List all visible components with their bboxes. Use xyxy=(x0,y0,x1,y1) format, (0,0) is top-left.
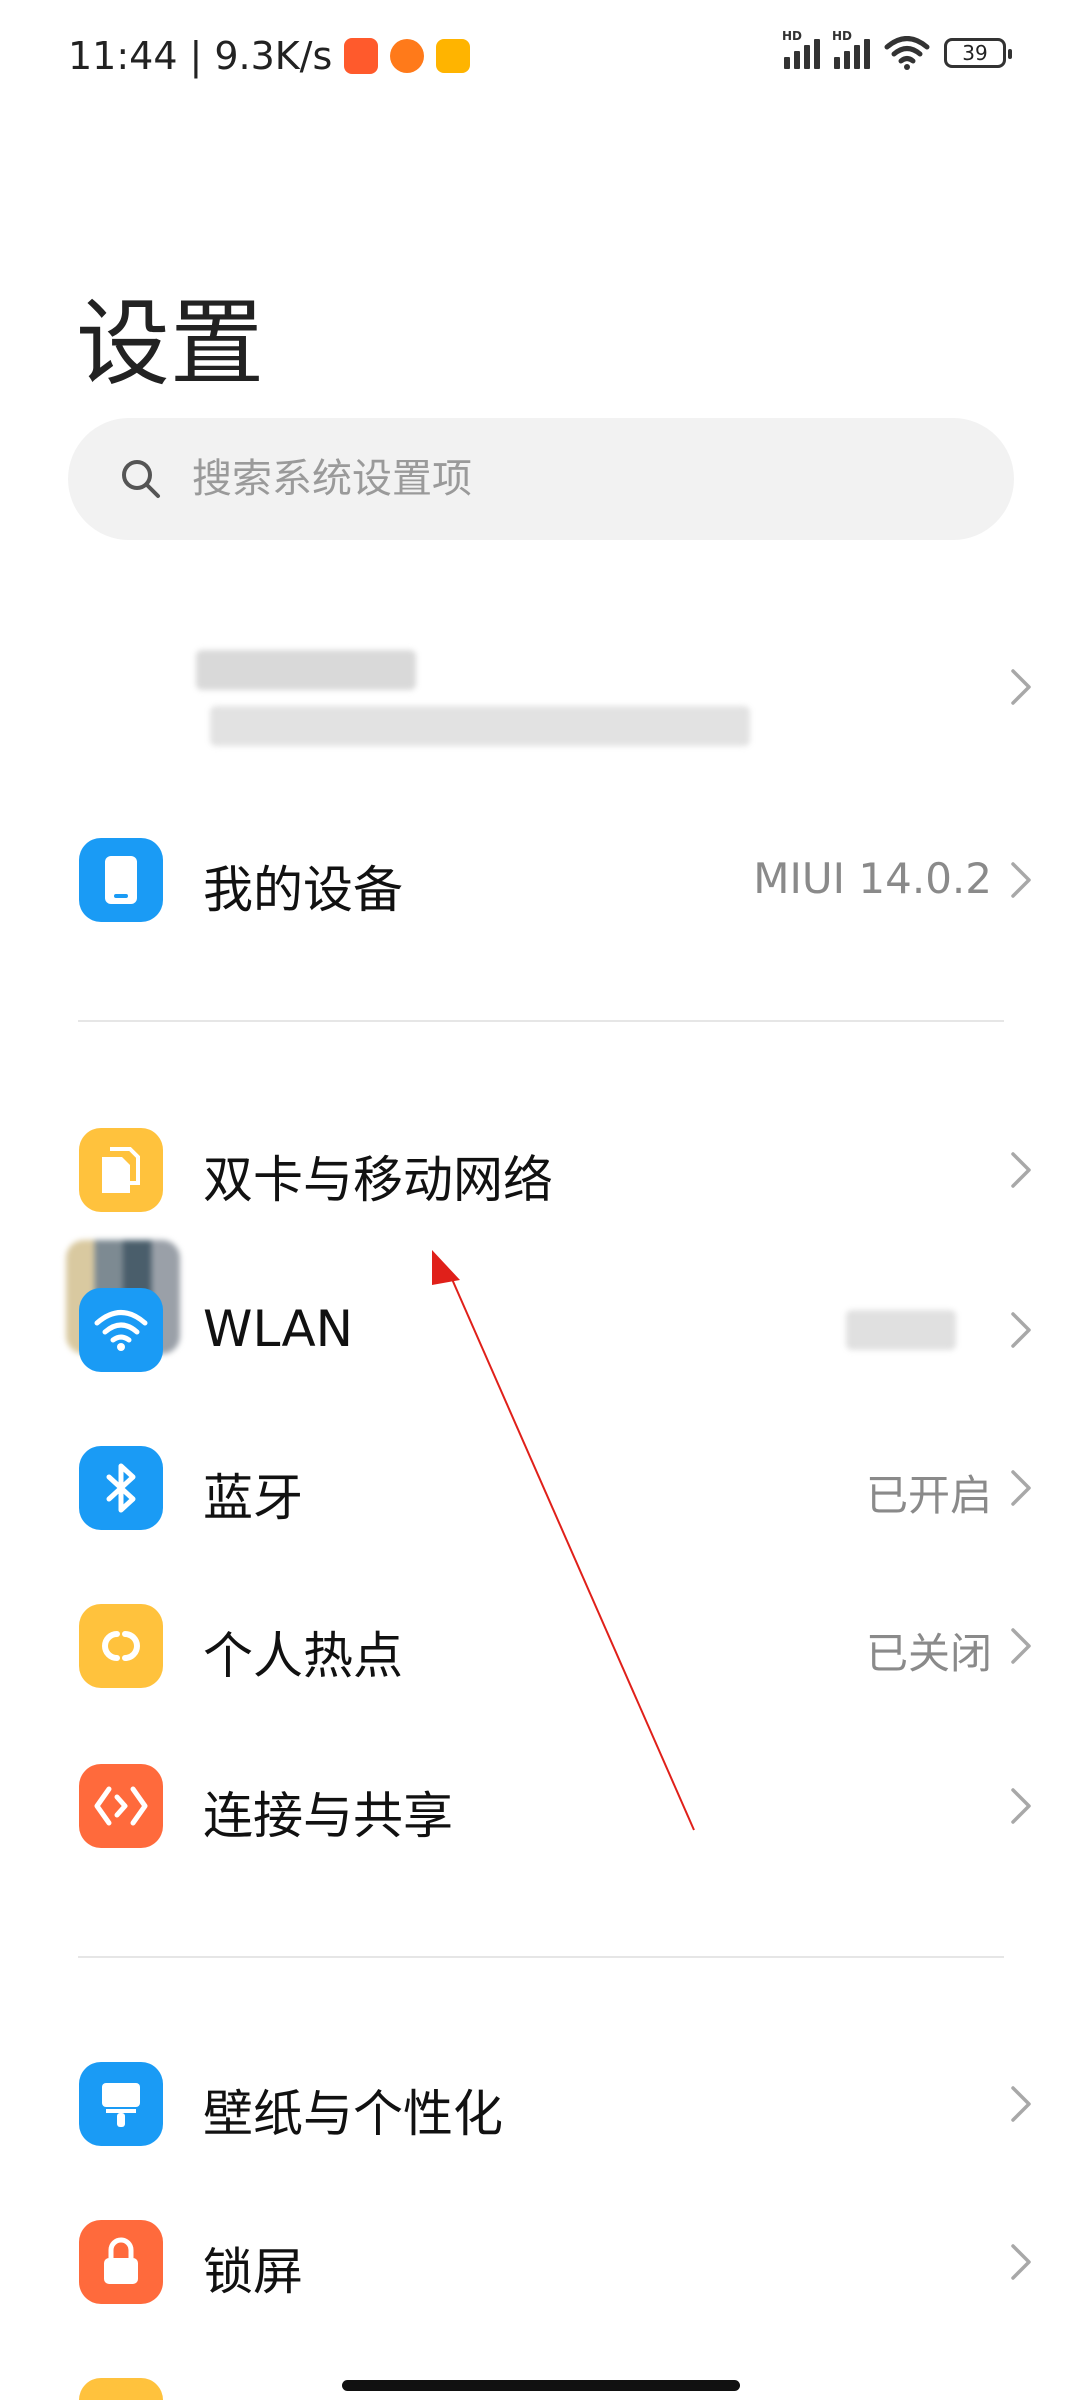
hotspot-row[interactable]: 个人热点 已关闭 xyxy=(0,1586,1080,1706)
chevron-right-icon xyxy=(1002,668,1040,706)
connection-sharing-row[interactable]: 连接与共享 xyxy=(0,1746,1080,1866)
phone-icon xyxy=(79,838,163,922)
sim-card-icon xyxy=(79,1128,163,1212)
chevron-right-icon xyxy=(1002,1787,1040,1825)
my-device-version: MIUI 14.0.2 xyxy=(753,854,992,903)
status-time: 11:44 xyxy=(68,34,178,78)
cell-signal-icon-2: HD xyxy=(832,29,870,69)
battery-level: 39 xyxy=(962,41,988,65)
search-input[interactable] xyxy=(190,455,894,503)
hotspot-status: 已关闭 xyxy=(865,1629,992,1678)
wallpaper-label: 壁纸与个性化 xyxy=(203,2085,503,2143)
chevron-right-icon xyxy=(1002,1151,1040,1189)
hotspot-label: 个人热点 xyxy=(203,1627,403,1685)
connection-sharing-label: 连接与共享 xyxy=(203,1787,453,1845)
chevron-right-icon xyxy=(1002,861,1040,899)
bluetooth-row[interactable]: 蓝牙 已开启 xyxy=(0,1428,1080,1548)
cell-signal-icon-1: HD xyxy=(782,29,820,69)
wifi-icon xyxy=(884,36,930,70)
account-row[interactable] xyxy=(0,610,1080,1354)
status-right: HD HD 39 xyxy=(782,29,1012,70)
account-name-blurred xyxy=(196,650,416,690)
lock-icon xyxy=(79,2220,163,2304)
lock-screen-label: 锁屏 xyxy=(203,2243,303,2301)
section-divider xyxy=(78,1020,1004,1022)
my-device-row[interactable]: 我的设备 MIUI 14.0.2 xyxy=(0,820,1080,940)
dual-sim-label: 双卡与移动网络 xyxy=(203,1151,553,1209)
status-left: 11:44 | 9.3K/s xyxy=(68,34,471,78)
display-icon xyxy=(79,2378,163,2400)
hd-label-1: HD xyxy=(782,29,803,43)
hd-label-2: HD xyxy=(832,29,853,43)
my-device-label: 我的设备 xyxy=(203,861,403,919)
telecom-app-icon xyxy=(344,38,379,74)
brush-icon xyxy=(79,2062,163,2146)
lock-screen-row[interactable]: 锁屏 xyxy=(0,2202,1080,2322)
chevron-right-icon xyxy=(1002,1469,1040,1507)
search-bar[interactable] xyxy=(68,418,1014,540)
wlan-network-blurred xyxy=(846,1310,956,1350)
wallpaper-row[interactable]: 壁纸与个性化 xyxy=(0,2044,1080,2164)
chevron-right-icon xyxy=(1002,1627,1040,1665)
search-icon xyxy=(122,460,160,498)
battery-icon: 39 xyxy=(944,38,1012,68)
section-divider xyxy=(78,1956,1004,1958)
hotspot-icon xyxy=(79,1604,163,1688)
bluetooth-label: 蓝牙 xyxy=(203,1469,303,1527)
status-separator: | xyxy=(189,34,203,78)
wlan-label: WLAN xyxy=(203,1300,354,1358)
chevron-right-icon xyxy=(1002,1311,1040,1349)
wifi-icon xyxy=(79,1288,163,1372)
home-indicator[interactable] xyxy=(342,2380,740,2391)
status-bar: 11:44 | 9.3K/s HD HD 39 xyxy=(0,0,1080,118)
notes-app-icon xyxy=(436,39,471,73)
dual-sim-row[interactable]: 双卡与移动网络 xyxy=(0,1110,1080,1230)
bluetooth-icon xyxy=(79,1446,163,1530)
network-speed: 9.3K/s xyxy=(214,34,333,78)
chevron-right-icon xyxy=(1002,2085,1040,2123)
share-icon xyxy=(79,1764,163,1848)
page-title: 设置 xyxy=(76,290,265,399)
bluetooth-status: 已开启 xyxy=(865,1471,992,1520)
account-info-blurred xyxy=(210,706,750,746)
orange-app-icon xyxy=(390,39,425,73)
wlan-row[interactable]: WLAN xyxy=(0,1270,1080,1390)
chevron-right-icon xyxy=(1002,2243,1040,2281)
